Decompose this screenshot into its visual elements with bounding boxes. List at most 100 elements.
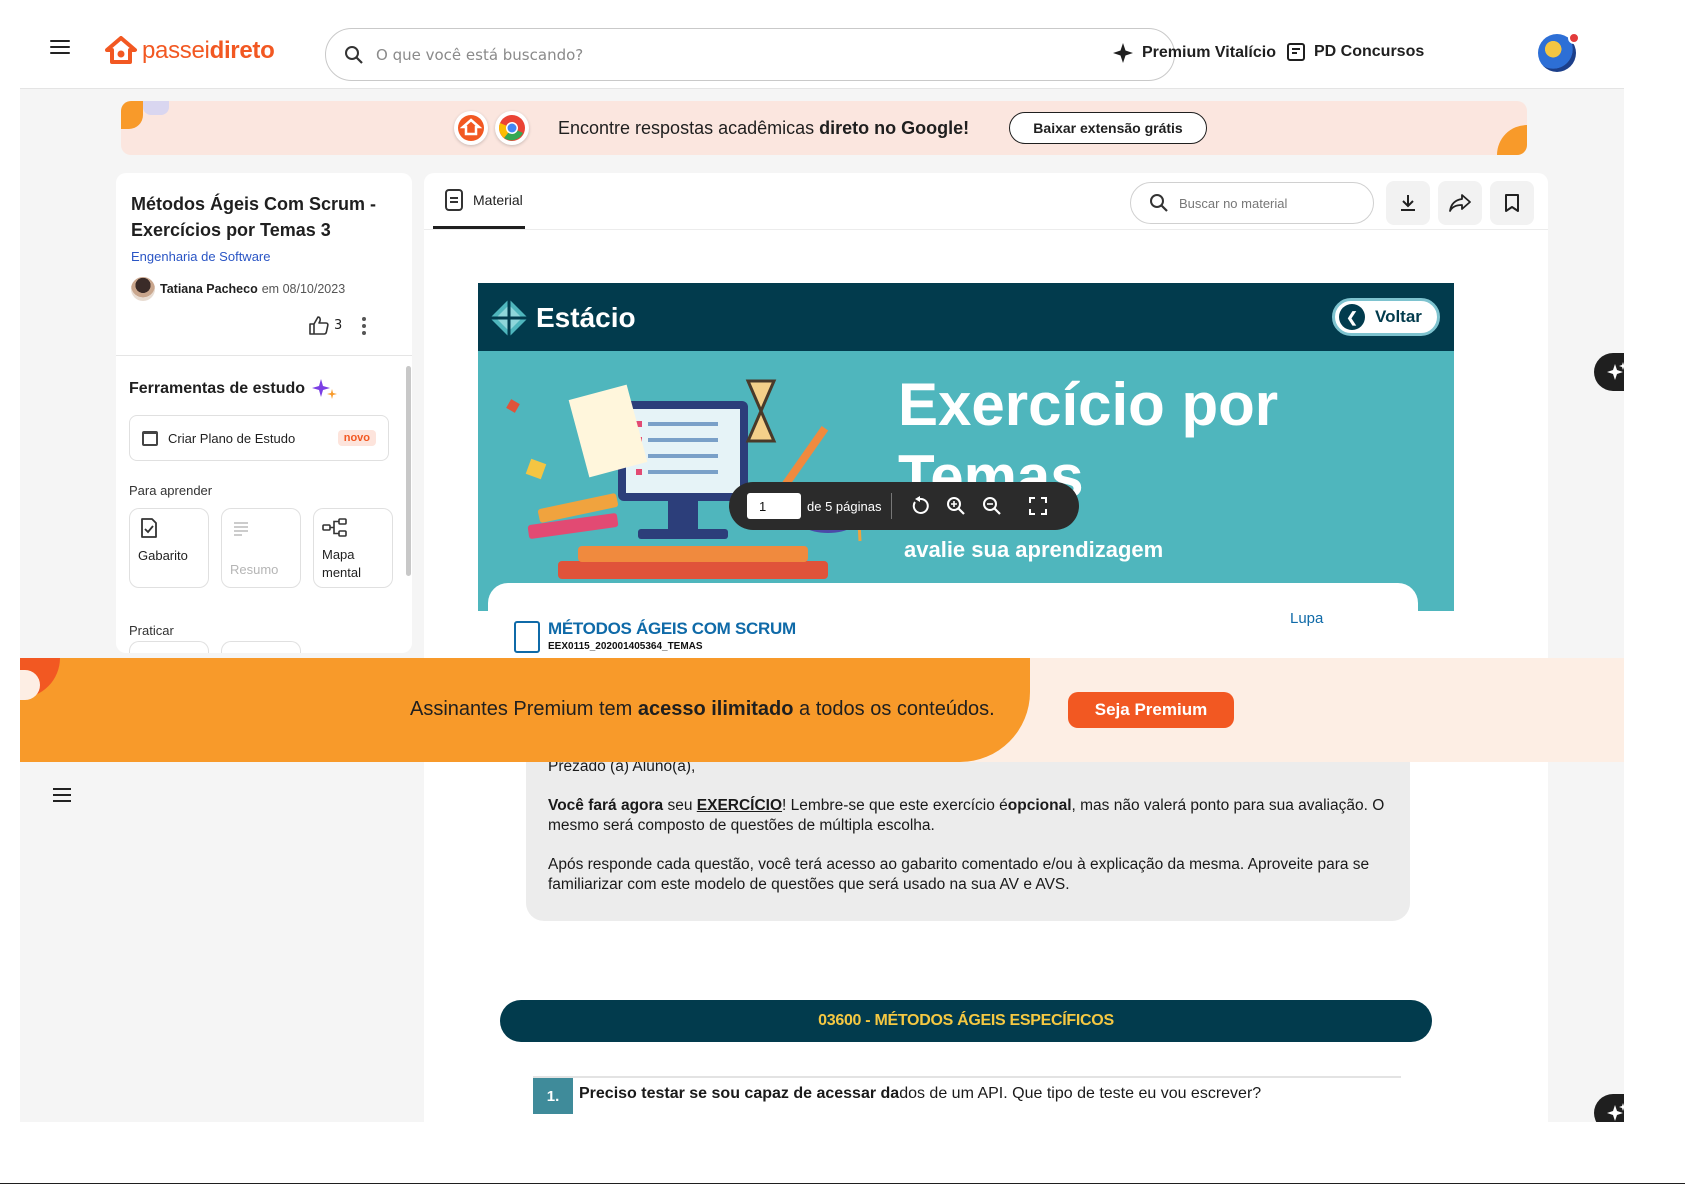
premium-message: Assinantes Premium tem acesso ilimitado … — [410, 698, 995, 720]
tool-mapa-mental[interactable]: Mapa mental — [313, 508, 393, 588]
tool-resumo: Resumo — [221, 508, 301, 588]
subject-link[interactable]: Engenharia de Software — [131, 249, 270, 264]
document-icon — [445, 188, 463, 211]
decor-shape — [143, 101, 169, 115]
chevron-left-icon: ❮ — [1339, 304, 1365, 330]
zoom-in-icon[interactable] — [946, 496, 966, 516]
search-icon — [1150, 194, 1168, 212]
practice-tool-card[interactable] — [129, 641, 209, 653]
mind-map-icon — [322, 518, 347, 537]
divider — [891, 493, 893, 519]
course-name: MÉTODOS ÁGEIS COM SCRUM — [548, 619, 796, 638]
back-button[interactable]: ❮ Voltar — [1332, 298, 1440, 336]
magnifier-label: Lupa — [1290, 610, 1324, 627]
bookmark-button[interactable] — [1490, 181, 1534, 225]
tab-material[interactable]: Material — [433, 173, 525, 229]
hero-banner: Exercício por Temas avalie sua aprendiza… — [478, 351, 1454, 611]
global-search-input[interactable] — [376, 45, 1136, 64]
estacio-diamond-icon — [490, 299, 528, 337]
practice-tool-card[interactable] — [221, 641, 301, 653]
sparkle-icon — [312, 379, 338, 399]
sidebar-scrollbar[interactable] — [406, 366, 411, 576]
document-sidebar: Métodos Ágeis Com Scrum - Exercícios por… — [116, 173, 412, 653]
promo-text: Encontre respostas acadêmicas direto no … — [558, 118, 970, 138]
page-count-label: de 5 páginas — [807, 498, 882, 514]
question-number: 1. — [533, 1078, 573, 1114]
global-search[interactable] — [325, 28, 1175, 81]
thumbs-up-icon — [309, 316, 329, 335]
passeidireto-logo[interactable]: passeidireto — [104, 36, 275, 66]
author-line: Tatiana Pacheco em 08/10/2023 — [131, 277, 345, 301]
estacio-logo: Estácio — [488, 297, 636, 339]
material-search[interactable] — [1130, 182, 1374, 224]
premium-banner: Assinantes Premium tem acesso ilimitado … — [20, 658, 1624, 762]
top-header: passeidireto Premium Vitalício PD Concur… — [20, 0, 1624, 89]
study-tools-title: Ferramentas de estudo — [129, 377, 339, 401]
author-name[interactable]: Tatiana Pacheco — [160, 282, 258, 296]
menu-icon[interactable] — [53, 788, 71, 806]
create-study-plan-button[interactable]: Criar Plano de Estudo novo — [129, 415, 389, 461]
instructions-paragraph-1: Você fará agora seu EXERCÍCIO! Lembre-se… — [548, 797, 1385, 834]
download-button[interactable] — [1386, 181, 1430, 225]
download-extension-button[interactable]: Baixar extensão grátis — [1009, 112, 1207, 144]
date-prefix: em — [261, 282, 280, 296]
logo-wordmark: passeidireto — [142, 37, 275, 64]
zoom-out-icon[interactable] — [982, 496, 1002, 516]
notification-dot — [1568, 32, 1580, 44]
ai-assistant-button-bottom[interactable] — [1594, 1094, 1624, 1122]
calendar-icon — [142, 430, 158, 446]
page-navigation-control: de 5 páginas — [729, 482, 1079, 530]
list-icon — [234, 522, 248, 536]
ai-sparkle-icon — [1607, 362, 1624, 380]
checklist-icon — [1287, 43, 1305, 61]
question-text: Preciso testar se sou capaz de acessar d… — [579, 1085, 1262, 1102]
new-badge: novo — [337, 430, 376, 446]
download-icon — [1401, 195, 1415, 211]
estacio-top-bar: Estácio ❮ Voltar — [478, 283, 1454, 351]
decor-shape — [121, 101, 143, 129]
answer-key-icon — [141, 518, 157, 538]
tool-gabarito[interactable]: Gabarito — [129, 508, 209, 588]
window-bottom-edge — [0, 1183, 1685, 1192]
pd-concursos-link[interactable]: PD Concursos — [1286, 42, 1424, 62]
practice-section-label: Praticar — [129, 623, 174, 638]
learn-section-label: Para aprender — [129, 483, 213, 498]
page-number-input[interactable] — [747, 493, 801, 519]
share-button[interactable] — [1438, 181, 1482, 225]
instructions-paragraph-2: Após responde cada questão, você terá ac… — [548, 856, 1370, 893]
extension-promo-banner: Encontre respostas acadêmicas direto no … — [121, 101, 1527, 155]
bookmark-icon — [1505, 194, 1519, 212]
chrome-icon — [495, 111, 529, 145]
ai-assistant-button[interactable] — [1594, 353, 1624, 391]
fullscreen-icon[interactable] — [1028, 496, 1048, 516]
search-icon — [345, 45, 363, 64]
like-button[interactable]: 3 — [308, 315, 342, 335]
author-avatar[interactable] — [131, 277, 155, 301]
material-viewer: Material Estácio ❮ Voltar — [424, 173, 1548, 1122]
logo-icon — [105, 36, 137, 64]
document-title: Métodos Ágeis Com Scrum - Exercícios por… — [131, 194, 377, 240]
hero-subtitle: avalie sua aprendizagem — [904, 537, 1164, 562]
section-title: 03600 - MÉTODOS ÁGEIS ESPECÍFICOS — [500, 1000, 1432, 1042]
premium-vitalicio-link[interactable]: Premium Vitalício — [1112, 42, 1276, 64]
likes-count: 3 — [334, 317, 343, 333]
course-document-icon — [514, 621, 540, 653]
rotate-icon[interactable] — [910, 496, 930, 516]
question-divider — [533, 1076, 1401, 1078]
seja-premium-button[interactable]: Seja Premium — [1068, 692, 1234, 728]
course-code: EEX0115_202001405364_TEMAS — [548, 641, 703, 652]
ai-sparkle-icon — [1607, 1103, 1624, 1121]
page: passeidireto Premium Vitalício PD Concur… — [0, 0, 1685, 1192]
publish-date: 08/10/2023 — [282, 282, 346, 296]
menu-icon[interactable] — [50, 40, 70, 54]
material-search-input[interactable] — [1179, 195, 1359, 211]
passeidireto-badge-icon — [454, 111, 488, 145]
decor-shape — [1497, 125, 1527, 155]
divider — [424, 229, 1548, 230]
more-options-icon[interactable] — [362, 317, 366, 338]
browser-viewport: passeidireto Premium Vitalício PD Concur… — [20, 0, 1624, 1122]
divider — [116, 355, 412, 356]
sparkle-star-icon — [1113, 43, 1133, 63]
study-illustration — [506, 379, 868, 579]
share-icon — [1449, 194, 1471, 212]
